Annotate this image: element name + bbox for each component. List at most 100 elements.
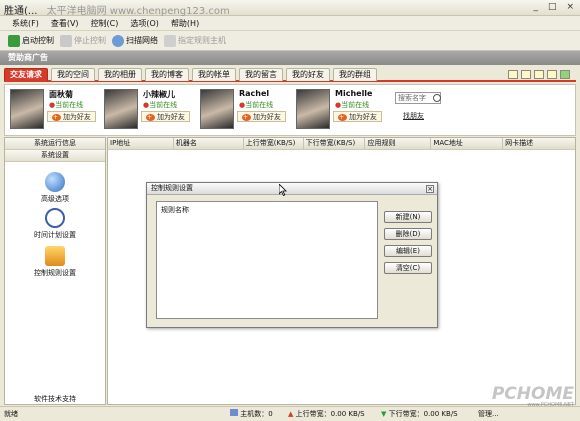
friend-status: 当前在线 [143,100,177,110]
download-rate: ▼ 下行带宽：0.00 KB/S [381,409,458,419]
sponsor-bar: 赞助商广告 [0,51,580,65]
rule-list[interactable]: 规则名称 [156,201,378,319]
play-icon [8,34,20,47]
window-title: 胜通(... 太平洋电脑网 www.chenpeng123.com [4,2,230,17]
table-header: IP地址 机器名 上行带宽(KB/S) 下行带宽(KB/S) 应用规则 MAC地… [108,138,575,150]
chat-icon[interactable] [534,69,544,79]
friend-status: 当前在线 [335,100,369,110]
column-ip[interactable]: IP地址 [108,138,174,149]
assign-rule-host-label: 指定规则主机 [178,36,226,45]
friend-status: 当前在线 [49,100,83,110]
find-friends-link[interactable]: 找朋友 [403,111,424,121]
column-download[interactable]: 下行带宽(KB/S) [304,138,366,149]
host-count: 主机数：0 [230,409,273,419]
menu-control[interactable]: 控制(C) [91,18,119,29]
toolbar: 启动控制 停止控制 扫描网络 指定规则主机 [0,31,580,51]
new-rule-button[interactable]: 新建(N) [384,211,432,223]
friend-status: 当前在线 [239,100,273,110]
system-settings-header[interactable]: 系统设置 [5,150,105,162]
add-friend-button[interactable]: 加为好友 [333,111,382,122]
stop-control-label: 停止控制 [74,36,106,45]
title-bar: 胜通(... 太平洋电脑网 www.chenpeng123.com _ □ × [0,0,580,17]
dialog-title[interactable]: 控制规则设置 [147,183,437,195]
column-hostname[interactable]: 机器名 [174,138,244,149]
clock-icon [45,208,65,228]
mouse-cursor-icon [279,184,287,196]
control-rules-dialog: 控制规则设置 × 规则名称 新建(N) 删除(D) 编辑(E) 清空(C) [146,182,438,328]
refresh-icon[interactable] [560,69,570,79]
assign-rule-host-button[interactable]: 指定规则主机 [164,34,226,47]
close-icon[interactable]: × [426,185,434,193]
left-panel: 系统运行信息 系统设置 高级选项 时间计划设置 控制规则设置 软件技术支持 [4,137,106,405]
column-mac[interactable]: MAC地址 [431,138,504,149]
system-info-header[interactable]: 系统运行信息 [5,138,105,150]
menu-bar: 系统(F) 查看(V) 控制(C) 选项(O) 帮助(H) [0,16,580,31]
menu-view[interactable]: 查看(V) [51,18,79,29]
advanced-options-label: 高级选项 [41,195,69,203]
status-ready: 就绪 [4,410,18,418]
friend-name[interactable]: Rachel [239,89,269,98]
mail-icon[interactable] [508,69,518,79]
control-rules-item[interactable]: 控制规则设置 [5,246,105,278]
tab-my-album[interactable]: 我的相册 [98,68,142,81]
column-rule[interactable]: 应用规则 [365,138,432,149]
friend-card[interactable]: Michelle 当前在线 加为好友 [293,88,383,134]
tab-tool-icons [508,68,576,80]
folder-icon[interactable] [521,69,531,79]
delete-rule-button[interactable]: 删除(D) [384,228,432,240]
column-nic[interactable]: 网卡描述 [503,138,575,149]
stop-control-button[interactable]: 停止控制 [60,34,106,47]
clear-rules-button[interactable]: 清空(C) [384,262,432,274]
start-control-button[interactable]: 启动控制 [8,34,54,47]
add-friend-button[interactable]: 加为好友 [141,111,190,122]
rule-name-header[interactable]: 规则名称 [157,202,377,215]
minimize-button[interactable]: _ [533,2,538,12]
computer-icon [230,409,238,416]
friend-card[interactable]: 面秋菊 当前在线 加为好友 [7,88,97,134]
tab-friend-requests[interactable]: 交友请求 [4,68,48,81]
avatar[interactable] [200,89,234,129]
maximize-button[interactable]: □ [548,2,557,12]
upload-rate-label: 上行带宽：0.00 KB/S [295,410,365,418]
friend-card[interactable]: Rachel 当前在线 加为好友 [197,88,287,134]
window-controls: _ □ × [533,2,574,12]
menu-system[interactable]: 系统(F) [12,18,39,29]
time-schedule-item[interactable]: 时间计划设置 [5,208,105,240]
avatar[interactable] [296,89,330,129]
arrow-down-icon: ▼ [381,410,387,418]
friend-suggestions: 面秋菊 当前在线 加为好友 小辣椒儿 当前在线 加为好友 Rachel 当前在线… [4,84,576,136]
add-friend-button[interactable]: 加为好友 [47,111,96,122]
tab-my-blog[interactable]: 我的博客 [145,68,189,81]
avatar[interactable] [10,89,44,129]
tab-my-groups[interactable]: 我的群组 [333,68,377,81]
menu-help[interactable]: 帮助(H) [171,18,199,29]
friend-name[interactable]: 小辣椒儿 [143,89,175,100]
tab-my-messages[interactable]: 我的留言 [239,68,283,81]
edit-icon[interactable] [547,69,557,79]
menu-options[interactable]: 选项(O) [130,18,159,29]
scan-network-label: 扫描网络 [126,36,158,45]
scan-network-button[interactable]: 扫描网络 [112,34,158,47]
status-bar: 就绪 主机数：0 ▲ 上行带宽：0.00 KB/S ▼ 下行带宽：0.00 KB… [0,406,580,421]
edit-rule-button[interactable]: 编辑(E) [384,245,432,257]
column-upload[interactable]: 上行带宽(KB/S) [244,138,304,149]
tech-support-link[interactable]: 软件技术支持 [5,394,105,404]
globe-icon [45,172,65,192]
pchome-watermark: PCHOME [491,384,574,404]
friend-name[interactable]: 面秋菊 [49,89,73,100]
advanced-options-item[interactable]: 高级选项 [5,172,105,204]
tab-my-bill[interactable]: 我的帐单 [192,68,236,81]
host-count-label: 主机数：0 [240,410,273,418]
avatar[interactable] [104,89,138,129]
tab-my-space[interactable]: 我的空间 [51,68,95,81]
friend-name[interactable]: Michelle [335,89,372,98]
upload-rate: ▲ 上行带宽：0.00 KB/S [288,409,365,419]
friend-card[interactable]: 小辣椒儿 当前在线 加为好友 [101,88,191,134]
add-friend-button[interactable]: 加为好友 [237,111,286,122]
close-button[interactable]: × [566,2,574,12]
tab-my-friends[interactable]: 我的好友 [286,68,330,81]
search-icon[interactable] [433,94,441,102]
download-rate-label: 下行带宽：0.00 KB/S [388,410,458,418]
time-schedule-label: 时间计划设置 [34,231,76,239]
magnifier-icon [112,34,124,47]
